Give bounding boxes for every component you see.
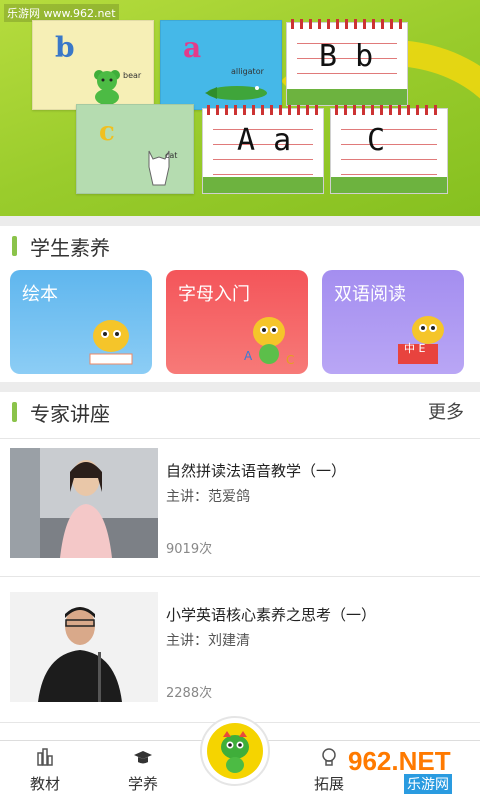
notebook-lines	[341, 129, 437, 175]
lecturer-photo-icon	[10, 592, 158, 702]
lecture-speaker: 主讲：刘建清	[166, 633, 250, 649]
banner-card-word: cat	[165, 151, 178, 160]
brand-watermark-text: 962.NET	[348, 746, 451, 776]
center-button-circle	[207, 723, 263, 779]
svg-text:C: C	[286, 353, 294, 367]
section-accent-bar	[12, 236, 17, 256]
lecture-speaker: 主讲：范爱鸽	[166, 489, 250, 505]
bear-icon	[94, 70, 120, 105]
more-link[interactable]: 更多	[428, 398, 464, 424]
section-accent-bar	[12, 402, 17, 422]
notebook-text: A a	[237, 123, 292, 158]
notebook-rings	[291, 19, 403, 29]
dragon-mascot-icon	[221, 731, 249, 773]
notebook-text: C	[367, 123, 386, 158]
bilingual-badge: 中 E	[404, 342, 426, 355]
notebook-grass	[331, 177, 447, 193]
banner-notebook-c: C	[330, 105, 448, 194]
banner-card-letter: c	[99, 117, 115, 147]
lecture-views: 2288次	[166, 686, 213, 701]
notebook-rings	[335, 105, 443, 115]
nav-cultivation[interactable]: 学养	[98, 741, 188, 800]
banner-card-letter: b	[55, 31, 75, 64]
tile-label: 字母入门	[178, 284, 250, 305]
lecture-item[interactable]: 自然拼读法语音教学（一） 主讲：范爱鸽 9019次	[0, 448, 480, 578]
lecture-item[interactable]: 小学英语核心素养之思考（一） 主讲：刘建清 2288次	[0, 592, 480, 722]
dragon-mascot-icon: A C	[244, 317, 294, 367]
notebook-grass	[287, 89, 407, 105]
list-divider	[0, 576, 480, 577]
site-watermark-logo: 962.NET 乐游网	[344, 744, 474, 794]
banner-card-b: b bear	[32, 20, 154, 110]
tile-picture-book[interactable]: 绘本	[10, 270, 152, 374]
lecturer-photo-icon	[10, 448, 158, 558]
svg-text:A: A	[244, 349, 253, 363]
tile-label: 双语阅读	[334, 284, 406, 305]
nav-label: 教材	[29, 775, 60, 793]
list-divider	[0, 438, 480, 439]
banner-notebook-aa: A a	[202, 105, 324, 194]
tile-bilingual-reading[interactable]: 双语阅读 中 E	[322, 270, 464, 374]
banner-card-c: c cat	[76, 104, 194, 194]
banner-carousel[interactable]: 乐游网 www.962.net b bear a alligator c cat…	[0, 0, 480, 216]
graduation-cap-icon	[134, 751, 152, 764]
notebook-text: B b	[319, 39, 374, 74]
lecture-thumbnail	[10, 448, 158, 558]
banner-card-letter: a	[183, 31, 202, 64]
banner-card-word: bear	[123, 71, 142, 80]
tile-alphabet[interactable]: 字母入门 A C	[166, 270, 308, 374]
dragon-mascot-icon	[398, 316, 444, 364]
lightbulb-icon	[322, 748, 336, 766]
notebook-rings	[207, 105, 319, 115]
section-title: 学生素养	[30, 236, 110, 260]
banner-card-word: alligator	[231, 67, 264, 76]
lecture-title: 自然拼读法语音教学（一）	[166, 462, 347, 480]
center-mascot-button[interactable]	[200, 716, 270, 786]
notebook-grass	[203, 177, 323, 193]
brand-watermark-sub: 乐游网	[404, 774, 452, 794]
lecture-views: 9019次	[166, 542, 213, 557]
section-title: 专家讲座	[30, 402, 110, 426]
banner-card-a: a alligator	[160, 20, 282, 110]
tile-label: 绘本	[22, 284, 58, 305]
nav-label: 学养	[127, 775, 158, 793]
student-section-header: 学生素养	[0, 224, 480, 266]
banner-notebook-bb: B b	[286, 19, 408, 106]
alligator-icon	[205, 86, 267, 100]
building-icon	[37, 748, 53, 766]
nav-textbook[interactable]: 教材	[0, 741, 90, 800]
experts-section-header: 专家讲座 更多	[0, 390, 480, 432]
lecture-title: 小学英语核心素养之思考（一）	[166, 606, 377, 624]
dragon-mascot-icon	[89, 320, 133, 365]
lecture-thumbnail	[10, 592, 158, 702]
